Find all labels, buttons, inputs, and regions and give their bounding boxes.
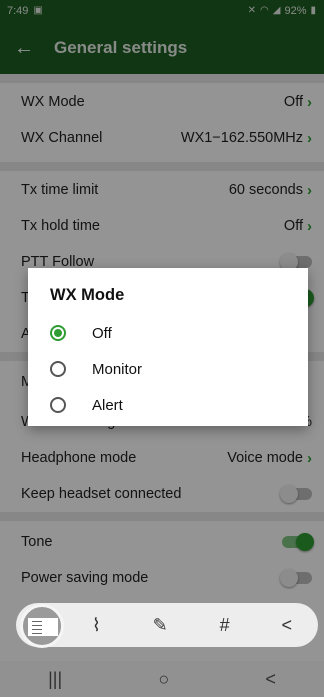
share-icon[interactable]: <: [282, 615, 293, 636]
option-label: Alert: [92, 396, 123, 414]
wx-mode-dialog: WX Mode Off Monitor Alert: [28, 268, 308, 426]
radio-unselected-icon[interactable]: [50, 361, 66, 377]
option-off[interactable]: Off: [50, 315, 308, 351]
hashtag-icon[interactable]: #: [220, 615, 230, 636]
option-alert[interactable]: Alert: [50, 387, 308, 423]
option-monitor[interactable]: Monitor: [50, 351, 308, 387]
radio-unselected-icon[interactable]: [50, 397, 66, 413]
option-label: Off: [92, 324, 112, 342]
radio-selected-icon[interactable]: [50, 325, 66, 341]
dialog-title: WX Mode: [50, 286, 125, 304]
scroll-capture-icon[interactable]: ⌇: [92, 615, 101, 636]
option-label: Monitor: [92, 360, 143, 378]
screenshot-thumbnail[interactable]: [20, 604, 64, 648]
edit-icon[interactable]: ✎: [153, 615, 168, 636]
